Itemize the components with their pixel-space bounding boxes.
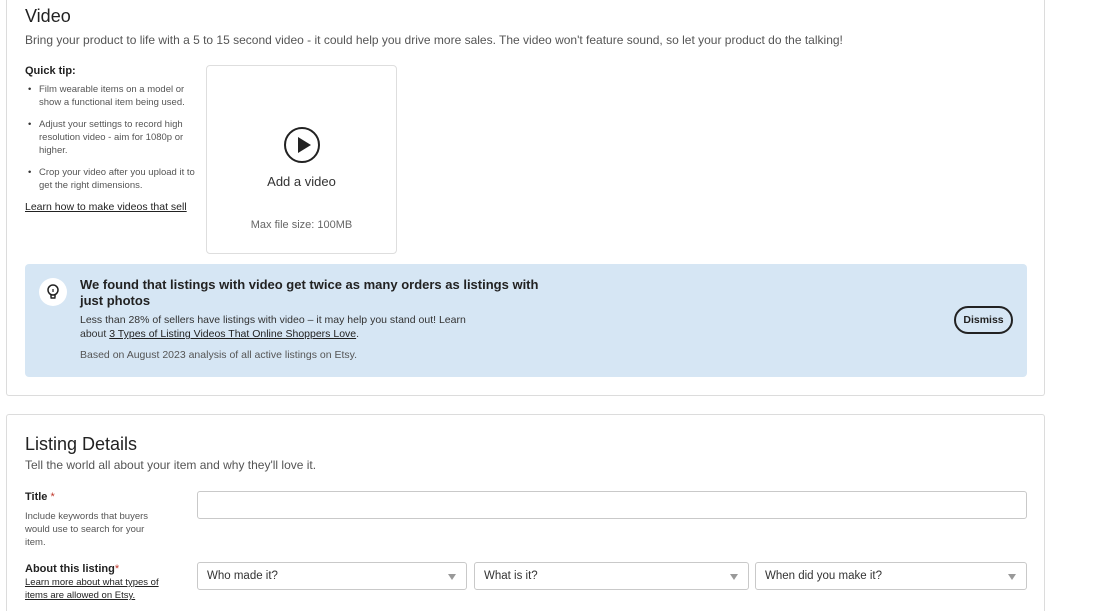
- allowed-items-link[interactable]: Learn more about what types of items are…: [25, 576, 165, 602]
- about-label-text: About this listing: [25, 563, 115, 575]
- video-section-description: Bring your product to life with a 5 to 1…: [25, 33, 843, 47]
- listing-videos-article-link[interactable]: 3 Types of Listing Videos That Online Sh…: [109, 328, 356, 340]
- quick-tip-item: Adjust your settings to record high reso…: [25, 118, 197, 157]
- chevron-down-icon: [448, 574, 456, 580]
- who-made-it-value: Who made it?: [207, 570, 278, 582]
- quick-tip-heading: Quick tip:: [25, 65, 76, 77]
- banner-text: Less than 28% of sellers have listings w…: [80, 313, 480, 341]
- who-made-it-select[interactable]: Who made it?: [197, 562, 467, 590]
- video-section-title: Video: [25, 6, 71, 26]
- required-mark: *: [50, 491, 55, 503]
- add-video-dropzone[interactable]: Add a video Max file size: 100MB: [206, 65, 397, 254]
- chevron-down-icon: [1008, 574, 1016, 580]
- about-field-label: About this listing*: [25, 563, 119, 575]
- lightbulb-icon: [39, 278, 67, 306]
- max-file-size: Max file size: 100MB: [250, 219, 353, 231]
- chevron-down-icon: [730, 574, 738, 580]
- quick-tip: Quick tip: Film wearable items on a mode…: [25, 65, 197, 201]
- title-input[interactable]: [197, 491, 1027, 519]
- banner-text-end: .: [356, 328, 360, 340]
- what-is-it-value: What is it?: [484, 570, 538, 582]
- dismiss-button[interactable]: Dismiss: [954, 306, 1013, 334]
- listing-details-section: Listing Details Tell the world all about…: [6, 414, 1045, 611]
- title-field-label: Title *: [25, 491, 55, 503]
- video-info-banner: We found that listings with video get tw…: [25, 264, 1027, 377]
- video-section: Video Bring your product to life with a …: [6, 0, 1045, 396]
- play-icon: [284, 127, 320, 163]
- banner-title: We found that listings with video get tw…: [80, 277, 539, 308]
- when-made-value: When did you make it?: [765, 570, 882, 582]
- what-is-it-select[interactable]: What is it?: [474, 562, 749, 590]
- listing-details-description: Tell the world all about your item and w…: [25, 458, 317, 472]
- required-mark: *: [114, 563, 120, 575]
- listing-details-title: Listing Details: [25, 434, 138, 454]
- when-made-select[interactable]: When did you make it?: [755, 562, 1027, 590]
- quick-tip-item: Film wearable items on a model or show a…: [25, 83, 197, 109]
- title-field-help: Include keywords that buyers would use t…: [25, 511, 149, 548]
- quick-tip-item: Crop your video after you upload it to g…: [25, 166, 197, 192]
- add-video-label: Add a video: [267, 174, 336, 189]
- learn-videos-link[interactable]: Learn how to make videos that sell: [25, 201, 187, 213]
- title-label-text: Title: [25, 491, 48, 503]
- quick-tip-list: Film wearable items on a model or show a…: [25, 83, 197, 192]
- banner-note: Based on August 2023 analysis of all act…: [80, 349, 358, 361]
